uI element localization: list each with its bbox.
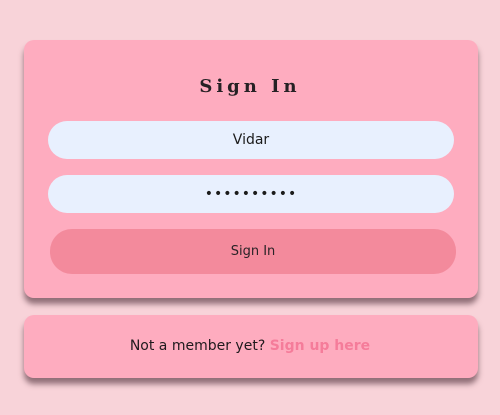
password-field[interactable] [48, 175, 454, 213]
signin-title: Sign In [199, 76, 301, 97]
username-field[interactable] [48, 121, 454, 159]
signin-button[interactable]: Sign In [50, 229, 456, 274]
signup-prompt-text: Not a member yet? [129, 338, 270, 354]
signup-link[interactable]: Sign up here [270, 338, 370, 354]
signup-prompt-line: Not a member yet? Sign up here [0, 338, 500, 354]
